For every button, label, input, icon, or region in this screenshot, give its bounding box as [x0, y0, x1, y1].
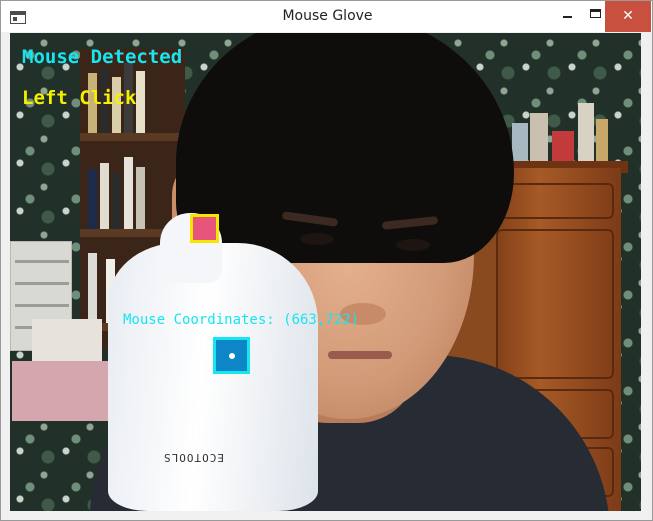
- click-marker: [190, 214, 219, 243]
- book: [100, 163, 109, 229]
- white-box: [32, 319, 102, 364]
- mouth: [328, 351, 392, 359]
- close-button[interactable]: ✕: [605, 1, 651, 32]
- book: [136, 71, 145, 133]
- status-label: Mouse Detected: [22, 46, 183, 68]
- drawer: [15, 260, 69, 263]
- drawer: [15, 282, 69, 285]
- minimize-button[interactable]: [553, 1, 583, 32]
- title-bar[interactable]: Mouse Glove ✕: [1, 1, 652, 32]
- pointer-center-dot: [229, 353, 235, 359]
- cabinet-drawer: [496, 183, 614, 219]
- close-icon: ✕: [622, 8, 634, 24]
- click-action-label: Left Click: [22, 87, 137, 109]
- drawer: [15, 304, 69, 307]
- camera-feed: ECOTOOLS Mouse Detected Left Click Mouse…: [10, 33, 641, 511]
- book: [136, 167, 145, 229]
- shelf-board: [80, 133, 185, 141]
- maximize-icon: [590, 9, 601, 18]
- shelf-items: [508, 103, 608, 163]
- book: [112, 173, 121, 229]
- app-window: Mouse Glove ✕ ECOTOOLS Mouse Detected Le…: [0, 0, 653, 521]
- cabinet-door: [496, 229, 614, 379]
- pink-box: [12, 361, 108, 421]
- book: [88, 253, 97, 323]
- eye: [396, 239, 430, 251]
- eye: [300, 233, 334, 245]
- minimize-icon: [563, 16, 572, 18]
- pointer-marker: [213, 337, 250, 374]
- glove-brand-logo: ECOTOOLS: [163, 451, 224, 464]
- book: [124, 157, 133, 229]
- mouse-coordinates-readout: Mouse Coordinates: (663,722): [123, 312, 360, 328]
- book: [88, 169, 97, 229]
- white-glove: [108, 243, 318, 511]
